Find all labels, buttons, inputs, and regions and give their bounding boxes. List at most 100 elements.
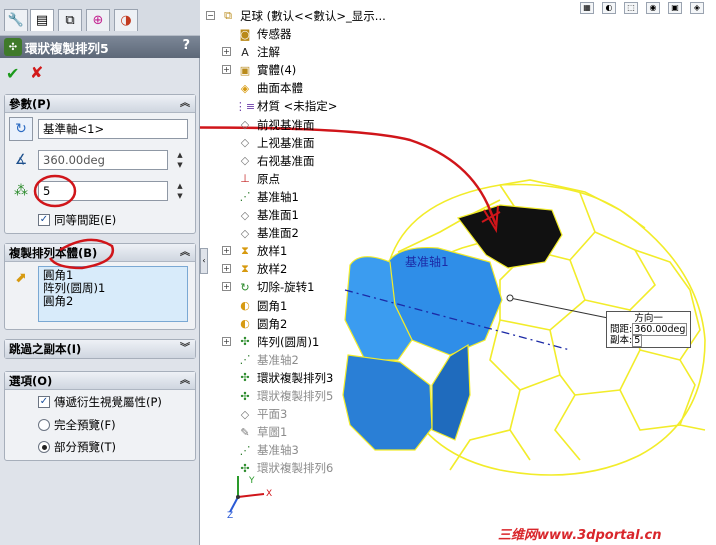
tree-item[interactable]: ◇ 基准面1 bbox=[237, 206, 299, 224]
tree-item[interactable]: ⋰ 基准轴2 bbox=[237, 351, 299, 369]
circular-pattern-icon: ✣ bbox=[240, 461, 250, 475]
expand-tree-icon[interactable]: + bbox=[222, 282, 231, 292]
tooltip-copies-row: 副本: 5 bbox=[610, 334, 643, 347]
origin-icon: ⊥ bbox=[240, 172, 250, 186]
expand-tree-icon[interactable]: + bbox=[222, 65, 231, 75]
tree-item[interactable]: ✣ 環狀複製排列5 bbox=[237, 387, 333, 405]
expand-tree-icon[interactable]: + bbox=[222, 336, 231, 346]
fillet-icon: ◐ bbox=[240, 299, 250, 312]
annotation-overlay bbox=[33, 174, 115, 270]
tree-item[interactable]: ◐ 圆角2 bbox=[237, 315, 287, 333]
tree-item-label: 環狀複製排列6 bbox=[257, 461, 334, 476]
triad-x-label: X bbox=[266, 489, 273, 499]
tree-item[interactable]: ◐ 圆角1 bbox=[237, 297, 287, 315]
triad-z-label: Z bbox=[227, 511, 234, 521]
tree-item[interactable]: ◙ 传感器 bbox=[237, 25, 292, 43]
tree-item-label: 传感器 bbox=[257, 27, 292, 41]
tree-item-label: 基准轴2 bbox=[257, 352, 299, 367]
expand-tree-icon[interactable]: + bbox=[222, 246, 231, 256]
solid-bodies-icon: ▣ bbox=[239, 63, 251, 77]
material-icon: ⋮≡ bbox=[234, 99, 256, 113]
tree-item[interactable]: + ▣ 實體(4) bbox=[222, 61, 297, 79]
tree-item[interactable]: ◇ 前视基准面 bbox=[237, 116, 315, 134]
tree-item-label: 注解 bbox=[257, 45, 280, 60]
tree-item[interactable]: ◈ 曲面本體 bbox=[237, 79, 303, 97]
tree-item[interactable]: ◇ 基准面2 bbox=[237, 224, 299, 242]
triad-y-label: Y bbox=[249, 476, 255, 486]
plane-icon: ◇ bbox=[240, 118, 250, 131]
loft-icon: ⧗ bbox=[241, 244, 249, 258]
tree-item[interactable]: + ⧗ 放样2 bbox=[222, 260, 288, 278]
tree-item-label: 阵列(圆周)1 bbox=[257, 334, 320, 349]
tree-item[interactable]: ✣ 環狀複製排列3 bbox=[237, 369, 333, 387]
tree-item-label: 基准轴1 bbox=[257, 189, 299, 204]
tree-item-label: 放样2 bbox=[257, 262, 288, 277]
surface-bodies-icon: ◈ bbox=[240, 81, 250, 95]
tree-item[interactable]: + ↻ 切除-旋转1 bbox=[222, 278, 315, 296]
tree-item-label: 原点 bbox=[257, 171, 280, 186]
tree-root[interactable]: − ⧉ 足球 (數认<<數认>_显示... bbox=[206, 7, 386, 25]
pattern-tooltip[interactable]: 方向一 間距: 360.00deg 副本: 5 bbox=[606, 311, 692, 348]
axis-callout-label: 基准轴1 bbox=[405, 255, 449, 269]
part-icon: ⧉ bbox=[224, 9, 232, 22]
tree-item[interactable]: ⋰ 基准轴1 bbox=[237, 188, 299, 206]
tree-item[interactable]: ◇ 右视基准面 bbox=[237, 152, 315, 170]
tree-item-label: 實體(4) bbox=[257, 63, 297, 78]
tree-item-label: 基准面2 bbox=[257, 226, 299, 241]
circular-pattern-icon: ✣ bbox=[240, 371, 250, 385]
cut-revolve-icon: ↻ bbox=[240, 280, 250, 294]
collapse-tree-icon[interactable]: − bbox=[206, 11, 215, 20]
tree-item-label: 前视基准面 bbox=[257, 117, 315, 132]
plane-icon: ◇ bbox=[240, 208, 250, 222]
tree-item-label: 基准面1 bbox=[257, 208, 299, 222]
loft-icon: ⧗ bbox=[241, 262, 249, 276]
annotation-circle bbox=[33, 174, 77, 208]
tree-item[interactable]: ✣ 環狀複製排列6 bbox=[237, 459, 333, 477]
tree-item-label: 平面3 bbox=[257, 407, 288, 422]
watermark: 三维网www.3dportal.cn bbox=[498, 528, 662, 543]
tree-item-label: 材質 <未指定> bbox=[257, 99, 338, 114]
plane-icon: ◇ bbox=[240, 136, 250, 150]
sensor-icon: ◙ bbox=[239, 27, 251, 41]
tree-item[interactable]: ◇ 上视基准面 bbox=[237, 134, 315, 152]
tree-item-label: 放样1 bbox=[257, 244, 288, 259]
callout-leader bbox=[509, 297, 609, 319]
tree-item-label: 曲面本體 bbox=[257, 81, 303, 96]
property-manager-panel: 🔧 ▤ ⧉ ⊕ ◑ ✣ 環狀複製排列5 ? ✔ ✘ 參數(P) ︽ ↻ 基準軸<1… bbox=[0, 0, 200, 545]
tooltip-spacing-row: 間距: 360.00deg bbox=[610, 323, 688, 336]
tree-item[interactable]: + ✣ 阵列(圆周)1 bbox=[222, 333, 320, 351]
tree-item-label: 環狀複製排列3 bbox=[257, 370, 334, 385]
expand-tree-icon[interactable]: + bbox=[222, 47, 231, 57]
annotation-circle bbox=[48, 238, 115, 270]
expand-tree-icon[interactable]: + bbox=[222, 264, 231, 274]
pattern-bodies[interactable] bbox=[342, 246, 503, 451]
plane-icon: ◇ bbox=[240, 226, 250, 240]
tree-item-label: 右视基准面 bbox=[257, 153, 315, 168]
tree-item-label: 上视基准面 bbox=[257, 135, 315, 150]
tree-item[interactable]: ⋮≡ 材質 <未指定> bbox=[234, 97, 338, 115]
tree-item-label: 草圖1 bbox=[257, 425, 288, 440]
coordinate-triad bbox=[229, 476, 265, 513]
tree-item-label: 基准轴3 bbox=[257, 443, 299, 458]
tree-item[interactable]: + A 注解 bbox=[222, 43, 280, 61]
tree-item-label: 環狀複製排列5 bbox=[257, 389, 334, 403]
handle-dot[interactable] bbox=[506, 294, 514, 302]
tree-item-label: 切除-旋转1 bbox=[257, 280, 315, 295]
tree-item[interactable]: ✎ 草圖1 bbox=[237, 423, 287, 441]
tree-item[interactable]: + ⧗ 放样1 bbox=[222, 242, 288, 260]
graphics-area[interactable]: ‹ ▦ ◐ ⬚ ◉ ▣ ◈ 基准轴1 方向一 間距: 360.00deg 副本:… bbox=[200, 0, 716, 545]
circular-pattern-icon: ✣ bbox=[240, 335, 250, 349]
tree-item[interactable]: ⋰ 基准轴3 bbox=[237, 441, 299, 459]
axis-icon: ⋰ bbox=[239, 190, 251, 204]
axis-icon: ⋰ bbox=[239, 353, 251, 367]
tree-item[interactable]: ⊥ 原点 bbox=[237, 170, 280, 188]
plane-icon: ◇ bbox=[240, 407, 250, 421]
sketch-icon: ✎ bbox=[240, 425, 250, 439]
tree-item[interactable]: ◇ 平面3 bbox=[237, 405, 288, 423]
circular-pattern-icon: ✣ bbox=[240, 389, 250, 403]
axis-icon: ⋰ bbox=[239, 443, 251, 457]
annotation-icon: A bbox=[241, 45, 249, 59]
tree-item-label: 圆角1 bbox=[257, 298, 288, 313]
tree-item-label: 圆角2 bbox=[257, 316, 288, 331]
fillet-icon: ◐ bbox=[240, 317, 250, 331]
